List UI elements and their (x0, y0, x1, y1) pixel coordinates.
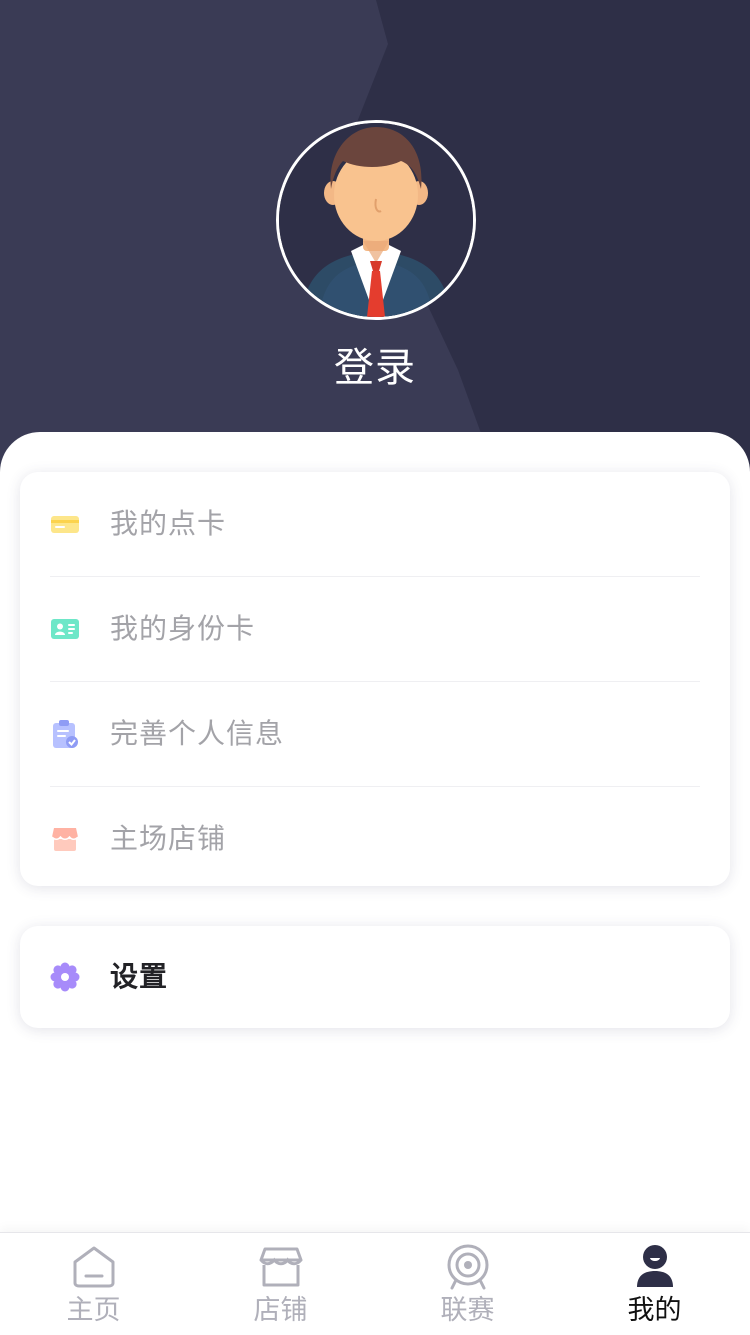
gear-icon (50, 962, 80, 992)
card-icon (50, 509, 80, 539)
menu-item-label: 完善个人信息 (110, 717, 285, 750)
menu-item-complete-profile[interactable]: 完善个人信息 (50, 682, 700, 787)
menu-item-home-store[interactable]: 主场店铺 (50, 787, 700, 891)
login-link[interactable]: 登录 (0, 340, 750, 396)
target-icon (444, 1243, 492, 1291)
home-icon (70, 1243, 118, 1291)
profile-header: 登录 (0, 0, 750, 480)
shop-icon (257, 1243, 305, 1291)
id-card-icon (50, 614, 80, 644)
menu-item-label: 主场店铺 (110, 822, 227, 855)
tab-home[interactable]: 主页 (0, 1233, 187, 1335)
tab-mine[interactable]: 我的 (561, 1233, 748, 1335)
businessman-avatar-icon (279, 123, 473, 317)
clipboard-check-icon (50, 719, 80, 749)
settings-label: 设置 (110, 960, 169, 993)
menu-item-point-card[interactable]: 我的点卡 (50, 472, 700, 577)
tab-label: 我的 (627, 1295, 682, 1326)
tab-label: 主页 (66, 1295, 121, 1326)
settings-card: 设置 (20, 926, 730, 1028)
settings-item[interactable]: 设置 (50, 926, 700, 1028)
bottom-tab-bar: 主页 店铺 联赛 我的 (0, 1232, 750, 1335)
menu-item-id-card[interactable]: 我的身份卡 (50, 577, 700, 682)
menu-item-label: 我的点卡 (110, 507, 227, 540)
store-icon (50, 824, 80, 854)
avatar[interactable] (276, 120, 476, 320)
tab-label: 联赛 (440, 1295, 495, 1326)
tab-shop[interactable]: 店铺 (187, 1233, 374, 1335)
content-panel: 我的点卡 我的身份卡 完善个人信息 主场店铺 设置 (0, 432, 750, 1232)
menu-item-label: 我的身份卡 (110, 612, 256, 645)
tab-league[interactable]: 联赛 (374, 1233, 561, 1335)
user-icon (631, 1243, 679, 1291)
menu-card: 我的点卡 我的身份卡 完善个人信息 主场店铺 (20, 472, 730, 886)
tab-label: 店铺 (253, 1295, 308, 1326)
